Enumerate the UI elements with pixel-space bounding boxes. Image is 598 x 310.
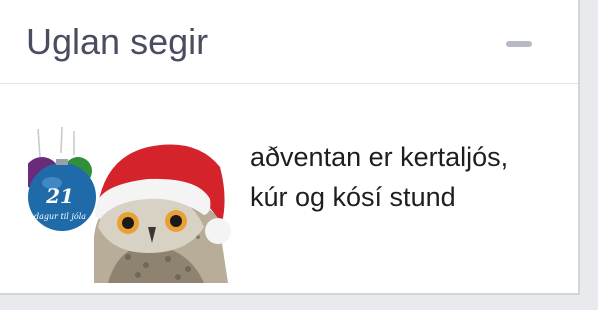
widget-header: Uglan segir	[0, 0, 578, 84]
collapse-button[interactable]	[500, 28, 538, 58]
message-line-1: aðventan er kertaljós,	[250, 142, 509, 172]
ornament-caption: dagur til jóla	[34, 212, 86, 221]
widget-title: Uglan segir	[26, 21, 209, 62]
christmas-owl-image: 21 dagur til jóla	[28, 127, 231, 283]
owl-message: aðventan er kertaljós, kúr og kósí stund	[250, 137, 570, 217]
widget-body: 21 dagur til jóla aðventan er kertaljós,…	[0, 85, 578, 293]
ornament-number: 21	[45, 184, 74, 208]
message-line-2: kúr og kósí stund	[250, 182, 456, 212]
owl-says-widget: Uglan segir 21 dagur til jóla aðventan e…	[0, 0, 580, 295]
minus-icon	[506, 41, 532, 47]
